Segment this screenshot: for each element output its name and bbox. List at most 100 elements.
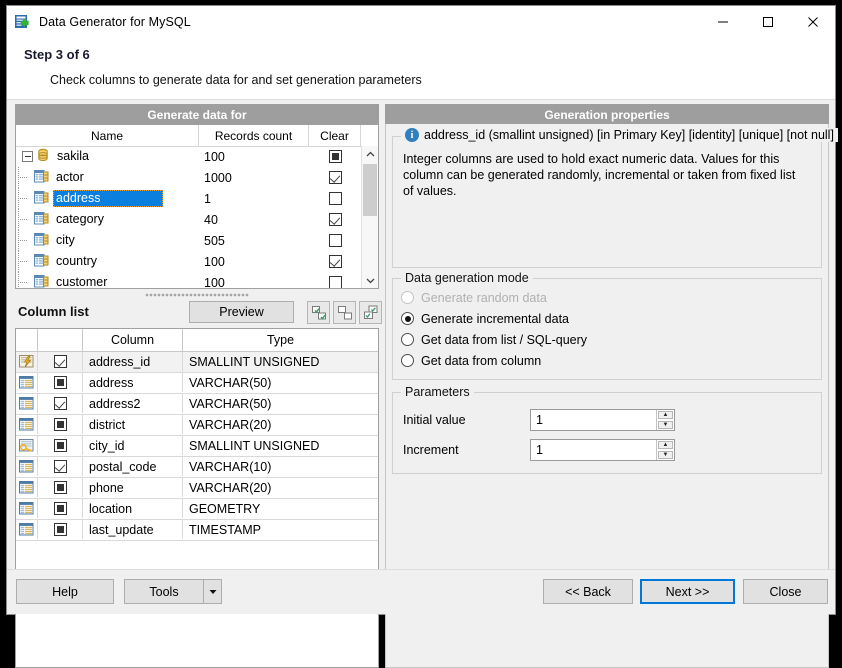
tree-clear-cell[interactable] — [309, 234, 361, 247]
table-row[interactable]: postal_code VARCHAR(10) — [16, 457, 378, 478]
column-name-cell[interactable]: postal_code — [83, 457, 183, 476]
column-name-cell[interactable]: district — [83, 415, 183, 434]
column-checkbox[interactable] — [53, 481, 67, 494]
tree-row[interactable]: category 40 — [16, 209, 362, 230]
column-name-cell[interactable]: phone — [83, 478, 183, 497]
increment-up-icon[interactable]: ▲ — [658, 441, 673, 449]
next-button[interactable]: Next >> — [640, 579, 735, 604]
table-row[interactable]: address_id SMALLINT UNSIGNED — [16, 352, 378, 373]
close-button[interactable]: Close — [743, 579, 828, 604]
column-type-cell[interactable]: VARCHAR(50) — [183, 394, 378, 413]
maximize-icon[interactable] — [745, 6, 790, 37]
table-row[interactable]: location GEOMETRY — [16, 499, 378, 520]
tree-records-count[interactable]: 100 — [199, 276, 309, 289]
table-row[interactable]: last_update TIMESTAMP — [16, 520, 378, 541]
radio-icon[interactable] — [401, 312, 414, 325]
help-button[interactable]: Help — [16, 579, 114, 604]
tree-records-count[interactable]: 1 — [199, 192, 309, 206]
tree-row[interactable]: actor 1000 — [16, 167, 362, 188]
column-name-cell[interactable]: last_update — [83, 520, 183, 539]
tree-row[interactable]: country 100 — [16, 251, 362, 272]
column-checkbox[interactable] — [53, 418, 67, 431]
column-name-cell[interactable]: city_id — [83, 436, 183, 455]
clear-checkbox[interactable] — [328, 150, 342, 163]
initial-value-down-icon[interactable]: ▼ — [658, 421, 673, 429]
clear-checkbox[interactable] — [328, 171, 342, 184]
preview-button[interactable]: Preview — [189, 301, 294, 323]
initial-value-up-icon[interactable]: ▲ — [658, 411, 673, 419]
tree-clear-cell[interactable] — [309, 276, 361, 288]
increment-input[interactable]: 1 — [531, 440, 656, 460]
tree-node-name-cell[interactable]: actor — [16, 167, 199, 188]
column-check-cell[interactable] — [38, 394, 83, 413]
tree-row[interactable]: address 1 — [16, 188, 362, 209]
check-all-icon[interactable] — [307, 301, 330, 324]
column-check-cell[interactable] — [38, 499, 83, 518]
column-check-cell[interactable] — [38, 436, 83, 455]
column-checkbox[interactable] — [53, 502, 67, 515]
column-check-cell[interactable] — [38, 352, 83, 371]
column-checkbox[interactable] — [53, 523, 67, 536]
tools-button[interactable]: Tools — [124, 579, 204, 604]
tree-row[interactable]: sakila 100 — [16, 146, 362, 167]
tree-col-name[interactable]: Name — [16, 125, 199, 146]
tree-scrollbar[interactable] — [361, 146, 378, 288]
clear-checkbox[interactable] — [328, 255, 342, 268]
column-checkbox[interactable] — [53, 439, 67, 452]
grid-col-type[interactable]: Type — [183, 329, 378, 351]
table-row[interactable]: district VARCHAR(20) — [16, 415, 378, 436]
column-checkbox[interactable] — [53, 355, 67, 368]
scrollbar-thumb[interactable] — [363, 164, 377, 216]
invert-check-icon[interactable] — [359, 301, 382, 324]
generation-mode-option[interactable]: Get data from column — [393, 350, 821, 371]
column-check-cell[interactable] — [38, 520, 83, 539]
column-checkbox[interactable] — [53, 397, 67, 410]
column-check-cell[interactable] — [38, 415, 83, 434]
table-row[interactable]: address2 VARCHAR(50) — [16, 394, 378, 415]
tree-records-count[interactable]: 40 — [199, 213, 309, 227]
tree-node-name-cell[interactable]: country — [16, 251, 199, 272]
tree-records-count[interactable]: 505 — [199, 234, 309, 248]
scroll-up-icon[interactable] — [362, 146, 378, 162]
back-button[interactable]: << Back — [543, 579, 633, 604]
tree-col-records[interactable]: Records count — [199, 125, 309, 146]
tree-row[interactable]: city 505 — [16, 230, 362, 251]
table-row[interactable]: phone VARCHAR(20) — [16, 478, 378, 499]
increment-stepper[interactable]: 1 ▲ ▼ — [530, 439, 675, 461]
clear-checkbox[interactable] — [328, 213, 342, 226]
column-type-cell[interactable]: VARCHAR(10) — [183, 457, 378, 476]
clear-checkbox[interactable] — [328, 276, 342, 288]
column-check-cell[interactable] — [38, 478, 83, 497]
generation-mode-option[interactable]: Get data from list / SQL-query — [393, 329, 821, 350]
table-row[interactable]: address VARCHAR(50) — [16, 373, 378, 394]
tree-node-name-cell[interactable]: city — [16, 230, 199, 251]
tools-dropdown-icon[interactable] — [204, 579, 222, 604]
tree-node-name-cell[interactable]: sakila — [16, 146, 199, 167]
increment-down-icon[interactable]: ▼ — [658, 451, 673, 459]
column-type-cell[interactable]: SMALLINT UNSIGNED — [183, 436, 378, 455]
column-type-cell[interactable]: VARCHAR(20) — [183, 478, 378, 497]
tree-records-count[interactable]: 1000 — [199, 171, 309, 185]
column-name-cell[interactable]: location — [83, 499, 183, 518]
tree-clear-cell[interactable] — [309, 150, 361, 163]
generation-mode-option[interactable]: Generate incremental data — [393, 308, 821, 329]
tree-node-name-cell[interactable]: customer — [16, 272, 199, 288]
uncheck-all-icon[interactable] — [333, 301, 356, 324]
radio-icon[interactable] — [401, 354, 414, 367]
column-type-cell[interactable]: VARCHAR(20) — [183, 415, 378, 434]
tree-node-name-cell[interactable]: address — [16, 188, 199, 209]
column-type-cell[interactable]: SMALLINT UNSIGNED — [183, 352, 378, 371]
tree-records-count[interactable]: 100 — [199, 150, 309, 164]
tree-row[interactable]: customer 100 — [16, 272, 362, 288]
radio-icon[interactable] — [401, 333, 414, 346]
expander-collapse-icon[interactable] — [22, 151, 33, 162]
clear-checkbox[interactable] — [328, 192, 342, 205]
scroll-down-icon[interactable] — [362, 272, 378, 288]
clear-checkbox[interactable] — [328, 234, 342, 247]
tree-node-name-cell[interactable]: category — [16, 209, 199, 230]
column-checkbox[interactable] — [53, 460, 67, 473]
column-checkbox[interactable] — [53, 376, 67, 389]
column-name-cell[interactable]: address2 — [83, 394, 183, 413]
column-check-cell[interactable] — [38, 457, 83, 476]
tree-records-count[interactable]: 100 — [199, 255, 309, 269]
